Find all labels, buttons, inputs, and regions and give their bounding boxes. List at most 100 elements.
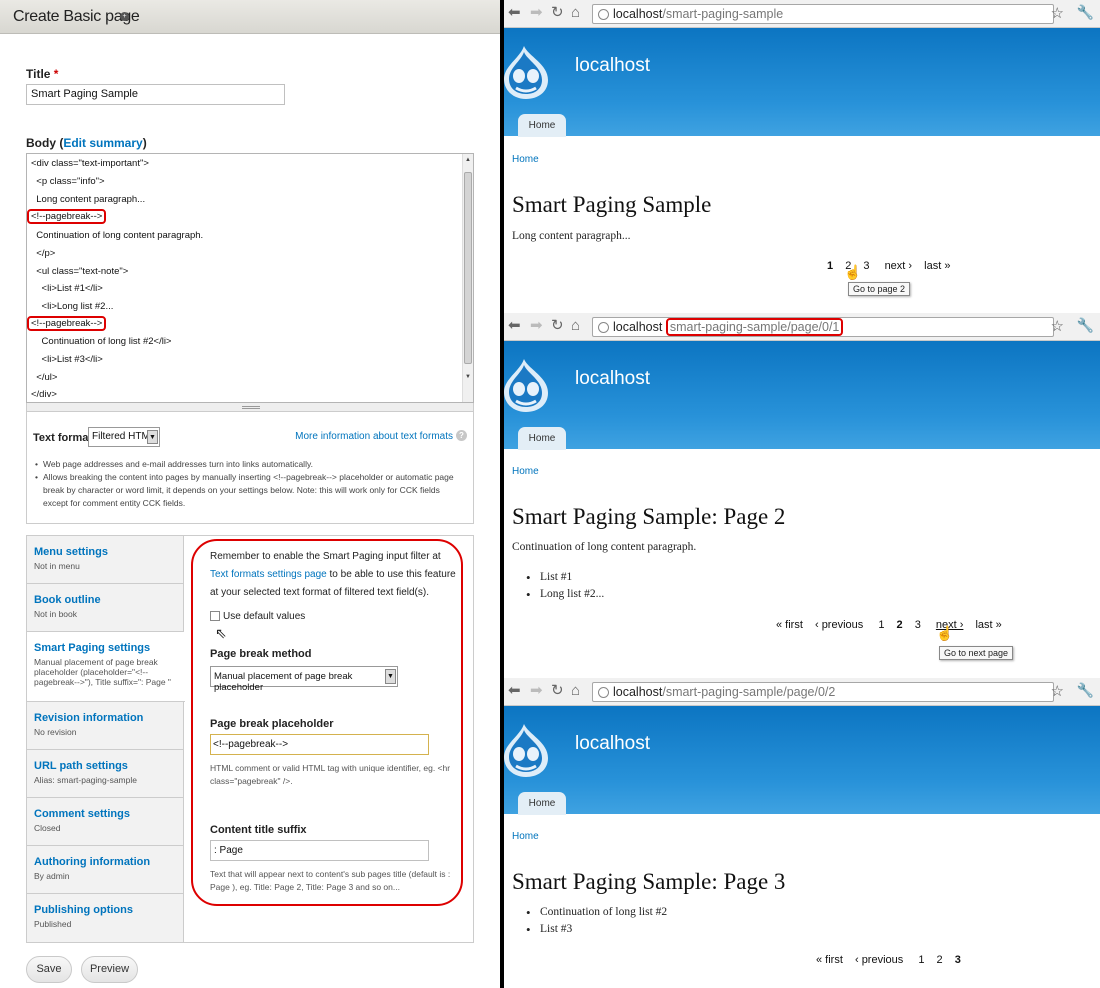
globe-icon — [598, 687, 609, 698]
pager-first[interactable]: « first — [776, 619, 803, 631]
pager-last[interactable]: last » — [924, 260, 950, 272]
back-icon[interactable]: ⬅ — [508, 682, 521, 700]
scroll-down-icon[interactable]: ▼ — [465, 374, 471, 380]
bookmark-star-icon[interactable]: ☆ — [1051, 4, 1064, 22]
home-tab[interactable]: Home — [518, 427, 566, 450]
vtab-summary: By admin — [34, 871, 70, 881]
vtab-smart-paging-settings[interactable]: Smart Paging settings Manual placement o… — [27, 632, 185, 702]
home-tab[interactable]: Home — [518, 114, 566, 137]
page-break-placeholder-input[interactable]: <!--pagebreak--> — [210, 734, 429, 755]
drupal-logo-icon[interactable] — [504, 44, 550, 100]
pager-item[interactable]: 1 — [918, 954, 924, 966]
pager-last[interactable]: last » — [975, 619, 1001, 631]
address-bar[interactable]: localhost/smart-paging-sample/page/0/2 — [592, 682, 1054, 702]
vtab-comment-settings[interactable]: Comment settings Closed — [27, 798, 183, 846]
site-name[interactable]: localhost — [575, 55, 650, 77]
drupal-logo-icon[interactable] — [504, 357, 550, 413]
pager-previous[interactable]: ‹ previous — [815, 619, 863, 631]
body-scrollbar[interactable]: ▲ ▼ — [462, 154, 473, 402]
text-format-select[interactable]: Filtered HTML ▼ — [88, 427, 160, 447]
list-item: List #1 — [526, 569, 604, 586]
body-line: <p class="info"> — [31, 176, 105, 187]
page-break-method-select[interactable]: Manual placement of page break placehold… — [210, 666, 398, 693]
reload-icon[interactable]: ↻ — [551, 317, 564, 335]
vtab-url-path-settings[interactable]: URL path settings Alias: smart-paging-sa… — [27, 750, 183, 798]
address-bar[interactable]: localhost smart-paging-sample/page/0/1 — [592, 317, 1054, 337]
body-line-pagebreak: <!--pagebreak--> — [27, 209, 107, 224]
vtab-summary: Not in book — [34, 609, 77, 619]
drupal-logo-icon[interactable] — [504, 722, 550, 778]
body-line: <li>Long list #2... — [31, 301, 114, 312]
textarea-resize-grip[interactable] — [26, 403, 474, 412]
url-text: localhost smart-paging-sample/page/0/1 — [613, 318, 844, 336]
wrench-icon[interactable]: 🔧 — [1077, 317, 1094, 334]
home-tab[interactable]: Home — [518, 792, 566, 815]
forward-icon[interactable]: ➡ — [530, 682, 543, 700]
checkbox-box[interactable] — [210, 611, 220, 622]
body-line: <ul class="text-note"> — [31, 266, 129, 277]
note-text: Remember to enable the Smart Paging inpu… — [210, 551, 441, 562]
edit-summary-link[interactable]: Edit summary — [63, 136, 142, 150]
scroll-thumb[interactable] — [464, 172, 472, 364]
text-formats-settings-link[interactable]: Text formats settings page — [210, 569, 327, 580]
preview-button[interactable]: Preview — [81, 956, 138, 983]
vtab-authoring-information[interactable]: Authoring information By admin — [27, 846, 183, 894]
browser-toolbar: ⬅ ➡ ↻ ⌂ localhost smart-paging-sample/pa… — [504, 313, 1100, 341]
vtab-summary: No revision — [34, 727, 77, 737]
save-button[interactable]: Save — [26, 956, 72, 983]
site-name[interactable]: localhost — [575, 368, 650, 390]
pager-item[interactable]: 2 — [937, 954, 943, 966]
more-info-formats-link[interactable]: More information about text formats — [295, 431, 453, 442]
scroll-up-icon[interactable]: ▲ — [465, 157, 471, 163]
home-icon[interactable]: ⌂ — [571, 682, 580, 700]
vtab-revision-information[interactable]: Revision information No revision — [27, 702, 183, 750]
add-shortcut-icon[interactable]: + — [120, 12, 129, 21]
node-edit-form: Create Basic page + Title * Smart Paging… — [0, 0, 500, 988]
reload-icon[interactable]: ↻ — [551, 4, 564, 22]
home-icon[interactable]: ⌂ — [571, 4, 580, 22]
hand-pointer-icon: ☝ — [844, 264, 862, 280]
bookmark-star-icon[interactable]: ☆ — [1051, 682, 1064, 700]
format-tip: Allows breaking the content into pages b… — [35, 471, 465, 510]
pager-item[interactable]: 3 — [863, 260, 869, 272]
body-line: </ul> — [31, 372, 58, 383]
body-textarea[interactable]: <div class="text-important"> <p class="i… — [26, 153, 474, 403]
title-input[interactable]: Smart Paging Sample — [26, 84, 285, 105]
site-name[interactable]: localhost — [575, 733, 650, 755]
pager-previous[interactable]: ‹ previous — [855, 954, 903, 966]
reload-icon[interactable]: ↻ — [551, 682, 564, 700]
pager-item[interactable]: 3 — [915, 619, 921, 631]
back-icon[interactable]: ⬅ — [508, 317, 521, 335]
pager-next[interactable]: next › — [885, 260, 913, 272]
wrench-icon[interactable]: 🔧 — [1077, 4, 1094, 21]
vtab-title: Revision information — [34, 712, 144, 724]
home-icon[interactable]: ⌂ — [571, 317, 580, 335]
vtab-publishing-options[interactable]: Publishing options Published — [27, 894, 183, 942]
pager-first[interactable]: « first — [816, 954, 843, 966]
vtab-summary: Not in menu — [34, 561, 80, 571]
bookmark-star-icon[interactable]: ☆ — [1051, 317, 1064, 335]
use-default-values-checkbox[interactable]: Use default values — [210, 611, 305, 622]
help-icon[interactable]: ? — [456, 430, 467, 441]
vtab-title: Authoring information — [34, 856, 151, 868]
text-format-value: Filtered HTML — [92, 431, 156, 442]
forward-icon[interactable]: ➡ — [530, 4, 543, 22]
forward-icon[interactable]: ➡ — [530, 317, 543, 335]
vtab-summary: Published — [34, 919, 72, 929]
content-title-suffix-input[interactable]: : Page — [210, 840, 429, 861]
pager-current: 3 — [954, 954, 961, 966]
pager-current: 2 — [896, 619, 903, 631]
breadcrumb-home[interactable]: Home — [512, 154, 539, 165]
vtab-summary: Alias: smart-paging-sample — [34, 775, 137, 785]
url-host: localhost — [613, 685, 663, 699]
vtab-menu-settings[interactable]: Menu settings Not in menu — [27, 536, 183, 584]
vtab-book-outline[interactable]: Book outline Not in book — [27, 584, 183, 632]
address-bar[interactable]: localhost/smart-paging-sample — [592, 4, 1054, 24]
back-icon[interactable]: ⬅ — [508, 4, 521, 22]
pager-item[interactable]: 1 — [878, 619, 884, 631]
content-title-suffix-help: Text that will appear next to content's … — [210, 869, 451, 892]
body-line: Long content paragraph... — [31, 194, 146, 205]
breadcrumb-home[interactable]: Home — [512, 831, 539, 842]
breadcrumb-home[interactable]: Home — [512, 466, 539, 477]
wrench-icon[interactable]: 🔧 — [1077, 682, 1094, 699]
